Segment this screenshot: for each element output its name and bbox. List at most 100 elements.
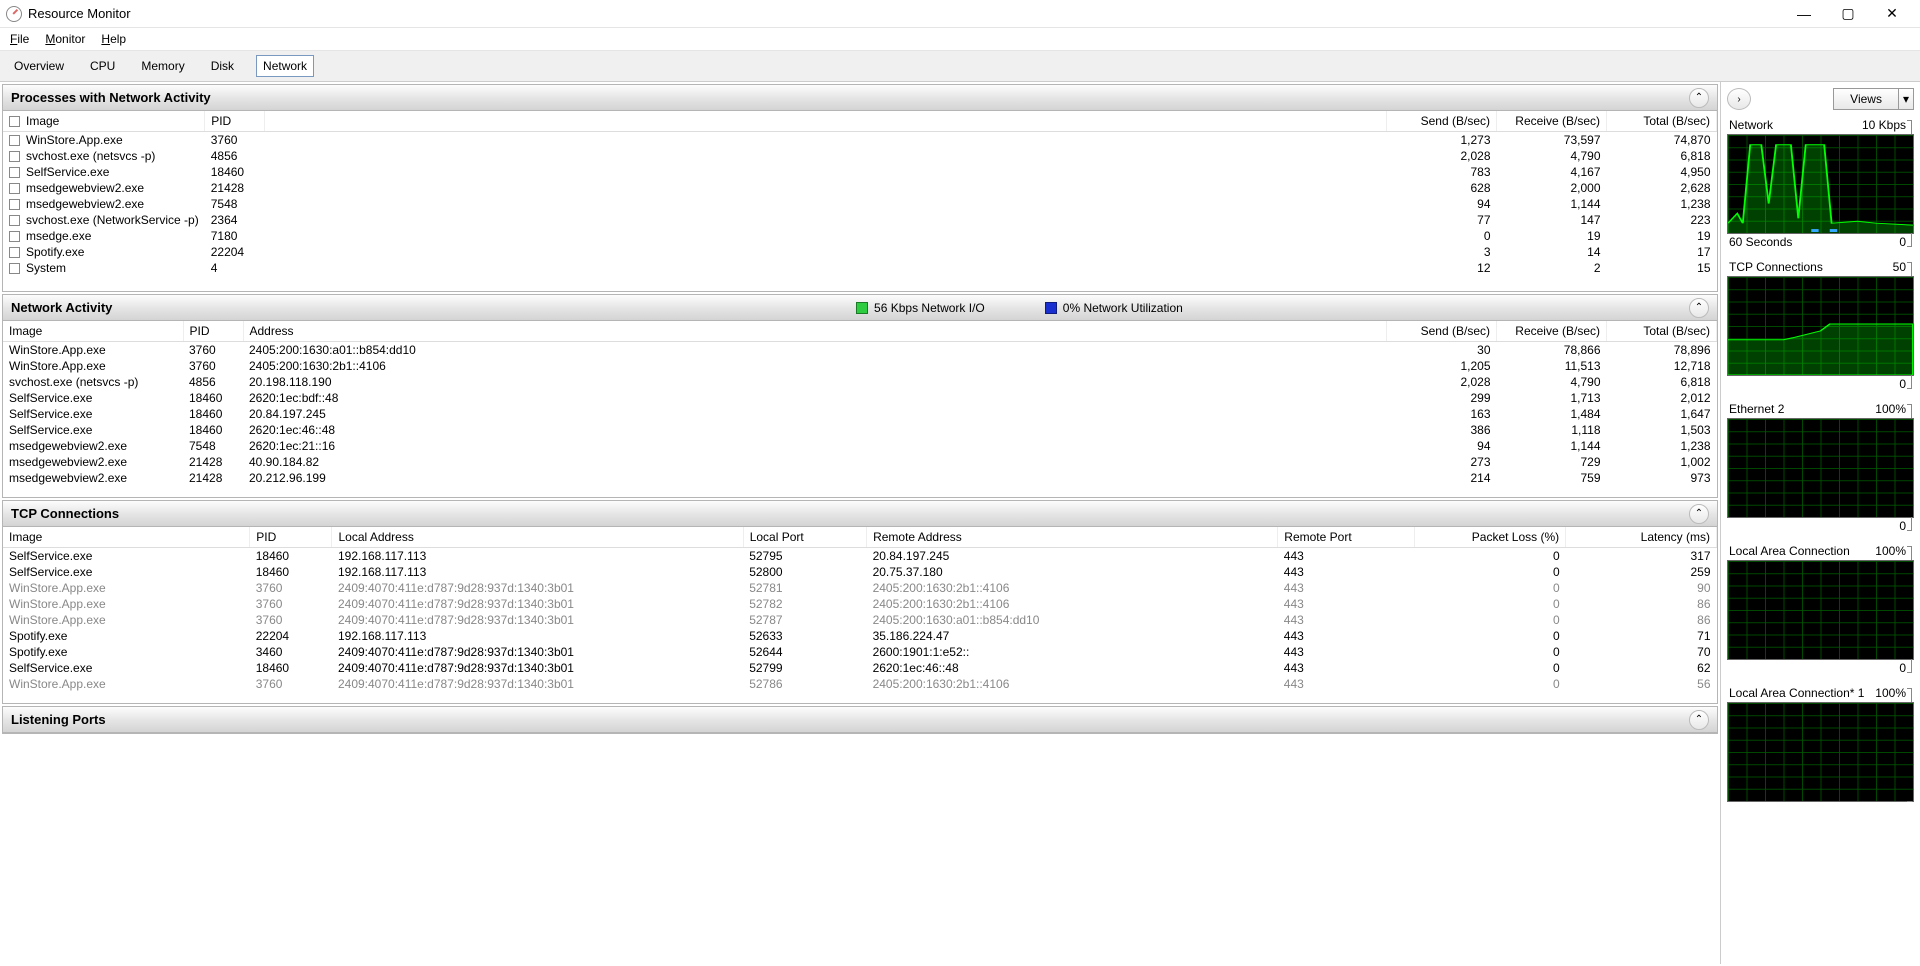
table-row[interactable]: msedgewebview2.exe2142840.90.184.8227372… — [3, 454, 1717, 470]
table-row[interactable]: WinStore.App.exe37602409:4070:411e:d787:… — [3, 612, 1717, 628]
col-recv[interactable]: Receive (B/sec) — [1497, 321, 1607, 342]
table-row[interactable]: svchost.exe (netsvcs -p)485620.198.118.1… — [3, 374, 1717, 390]
col-pid[interactable]: PID — [250, 527, 332, 548]
panel-activity: Network Activity 56 Kbps Network I/O 0% … — [2, 294, 1718, 498]
col-address[interactable]: Address — [243, 321, 1387, 342]
panel-activity-title: Network Activity — [11, 300, 112, 315]
chevron-up-icon[interactable]: ⌃ — [1689, 298, 1709, 318]
checkbox[interactable] — [9, 183, 20, 194]
table-row[interactable]: msedgewebview2.exe2142820.212.96.1992147… — [3, 470, 1717, 486]
table-row[interactable]: SelfService.exe184602620:1ec:bdf::482991… — [3, 390, 1717, 406]
panel-processes-title: Processes with Network Activity — [11, 90, 211, 105]
views-button[interactable]: Views ▾ — [1833, 88, 1914, 110]
col-lat[interactable]: Latency (ms) — [1566, 527, 1717, 548]
col-send[interactable]: Send (B/sec) — [1387, 321, 1497, 342]
checkbox-all[interactable] — [9, 116, 20, 127]
panel-tcp-title: TCP Connections — [11, 506, 119, 521]
col-recv[interactable]: Receive (B/sec) — [1497, 111, 1607, 132]
minimize-button[interactable]: — — [1782, 0, 1826, 28]
maximize-button[interactable]: ▢ — [1826, 0, 1870, 28]
table-row[interactable]: WinStore.App.exe37602409:4070:411e:d787:… — [3, 676, 1717, 692]
col-total[interactable]: Total (B/sec) — [1607, 321, 1717, 342]
table-row[interactable]: msedgewebview2.exe214286282,0002,628 — [3, 180, 1717, 196]
checkbox[interactable] — [9, 231, 20, 242]
table-row[interactable]: System412215 — [3, 260, 1717, 276]
chart-foot-right: 0 — [1899, 661, 1912, 675]
chart-block: Ethernet 2100% 0 — [1727, 402, 1914, 534]
stat-network-util: 0% Network Utilization — [1045, 301, 1183, 315]
col-send[interactable]: Send (B/sec) — [1387, 111, 1497, 132]
table-row[interactable]: WinStore.App.exe37602405:200:1630:a01::b… — [3, 342, 1717, 359]
col-loss[interactable]: Packet Loss (%) — [1415, 527, 1566, 548]
chevron-up-icon[interactable]: ⌃ — [1689, 504, 1709, 524]
col-pid[interactable]: PID — [205, 111, 265, 132]
tab-overview[interactable]: Overview — [10, 55, 68, 77]
chart-title: Network — [1729, 118, 1773, 132]
activity-grid[interactable]: Image PID Address Send (B/sec) Receive (… — [3, 321, 1717, 497]
tab-cpu[interactable]: CPU — [86, 55, 119, 77]
checkbox[interactable] — [9, 151, 20, 162]
chart-block: Local Area Connection 100% 0 — [1727, 544, 1914, 676]
tcp-grid[interactable]: Image PID Local Address Local Port Remot… — [3, 527, 1717, 703]
col-image[interactable]: Image — [3, 321, 183, 342]
chart-title: TCP Connections — [1729, 260, 1823, 274]
chevron-up-icon[interactable]: ⌃ — [1689, 710, 1709, 730]
checkbox[interactable] — [9, 167, 20, 178]
tab-disk[interactable]: Disk — [207, 55, 238, 77]
table-row[interactable]: WinStore.App.exe37602409:4070:411e:d787:… — [3, 596, 1717, 612]
checkbox[interactable] — [9, 199, 20, 210]
views-dropdown-icon[interactable]: ▾ — [1898, 89, 1913, 109]
chevron-up-icon[interactable]: ⌃ — [1689, 88, 1709, 108]
table-row[interactable]: msedgewebview2.exe7548941,1441,238 — [3, 196, 1717, 212]
chart-block: Network10 Kbps 60 Seconds0 — [1727, 118, 1914, 250]
table-row[interactable]: WinStore.App.exe37602409:4070:411e:d787:… — [3, 580, 1717, 596]
col-lport[interactable]: Local Port — [743, 527, 866, 548]
table-row[interactable]: SelfService.exe184607834,1674,950 — [3, 164, 1717, 180]
col-image[interactable]: Image — [3, 527, 250, 548]
table-row[interactable]: SelfService.exe18460192.168.117.11352800… — [3, 564, 1717, 580]
app-icon — [6, 6, 22, 22]
col-total[interactable]: Total (B/sec) — [1607, 111, 1717, 132]
table-row[interactable]: SelfService.exe1846020.84.197.2451631,48… — [3, 406, 1717, 422]
chart-foot-right: 0 — [1899, 519, 1912, 533]
checkbox[interactable] — [9, 135, 20, 146]
chart-max: 100% — [1875, 544, 1912, 558]
col-raddr[interactable]: Remote Address — [867, 527, 1278, 548]
tab-network[interactable]: Network — [256, 55, 314, 77]
col-pid[interactable]: PID — [183, 321, 243, 342]
chart-block: TCP Connections50 0 — [1727, 260, 1914, 392]
panel-ports-header[interactable]: Listening Ports ⌃ — [3, 707, 1717, 733]
side-collapse-button[interactable]: › — [1727, 88, 1751, 110]
table-row[interactable]: msedge.exe718001919 — [3, 228, 1717, 244]
color-square-util — [1045, 302, 1057, 314]
checkbox[interactable] — [9, 247, 20, 258]
table-row[interactable]: msedgewebview2.exe75482620:1ec:21::16941… — [3, 438, 1717, 454]
table-row[interactable]: SelfService.exe184602409:4070:411e:d787:… — [3, 660, 1717, 676]
table-row[interactable]: Spotify.exe2220431417 — [3, 244, 1717, 260]
table-row[interactable]: WinStore.App.exe37602405:200:1630:2b1::4… — [3, 358, 1717, 374]
tab-bar: Overview CPU Memory Disk Network — [0, 51, 1920, 82]
panel-tcp-header[interactable]: TCP Connections ⌃ — [3, 501, 1717, 527]
chart-title: Local Area Connection — [1729, 544, 1850, 558]
tab-memory[interactable]: Memory — [137, 55, 188, 77]
checkbox[interactable] — [9, 263, 20, 274]
menu-file[interactable]: File — [10, 32, 29, 46]
table-row[interactable]: SelfService.exe18460192.168.117.11352795… — [3, 548, 1717, 565]
table-row[interactable]: svchost.exe (NetworkService -p)236477147… — [3, 212, 1717, 228]
table-row[interactable]: Spotify.exe22204192.168.117.1135263335.1… — [3, 628, 1717, 644]
window-title: Resource Monitor — [28, 6, 131, 21]
close-button[interactable]: ✕ — [1870, 0, 1914, 28]
checkbox[interactable] — [9, 215, 20, 226]
panel-processes: Processes with Network Activity ⌃ Image … — [2, 84, 1718, 292]
processes-grid[interactable]: Image PID Send (B/sec) Receive (B/sec) T… — [3, 111, 1717, 291]
table-row[interactable]: WinStore.App.exe37601,27373,59774,870 — [3, 132, 1717, 149]
panel-activity-header[interactable]: Network Activity 56 Kbps Network I/O 0% … — [3, 295, 1717, 321]
table-row[interactable]: Spotify.exe34602409:4070:411e:d787:9d28:… — [3, 644, 1717, 660]
table-row[interactable]: SelfService.exe184602620:1ec:46::483861,… — [3, 422, 1717, 438]
col-rport[interactable]: Remote Port — [1278, 527, 1415, 548]
panel-processes-header[interactable]: Processes with Network Activity ⌃ — [3, 85, 1717, 111]
menu-monitor[interactable]: Monitor — [45, 32, 85, 46]
col-laddr[interactable]: Local Address — [332, 527, 743, 548]
table-row[interactable]: svchost.exe (netsvcs -p)48562,0284,7906,… — [3, 148, 1717, 164]
menu-help[interactable]: Help — [101, 32, 126, 46]
